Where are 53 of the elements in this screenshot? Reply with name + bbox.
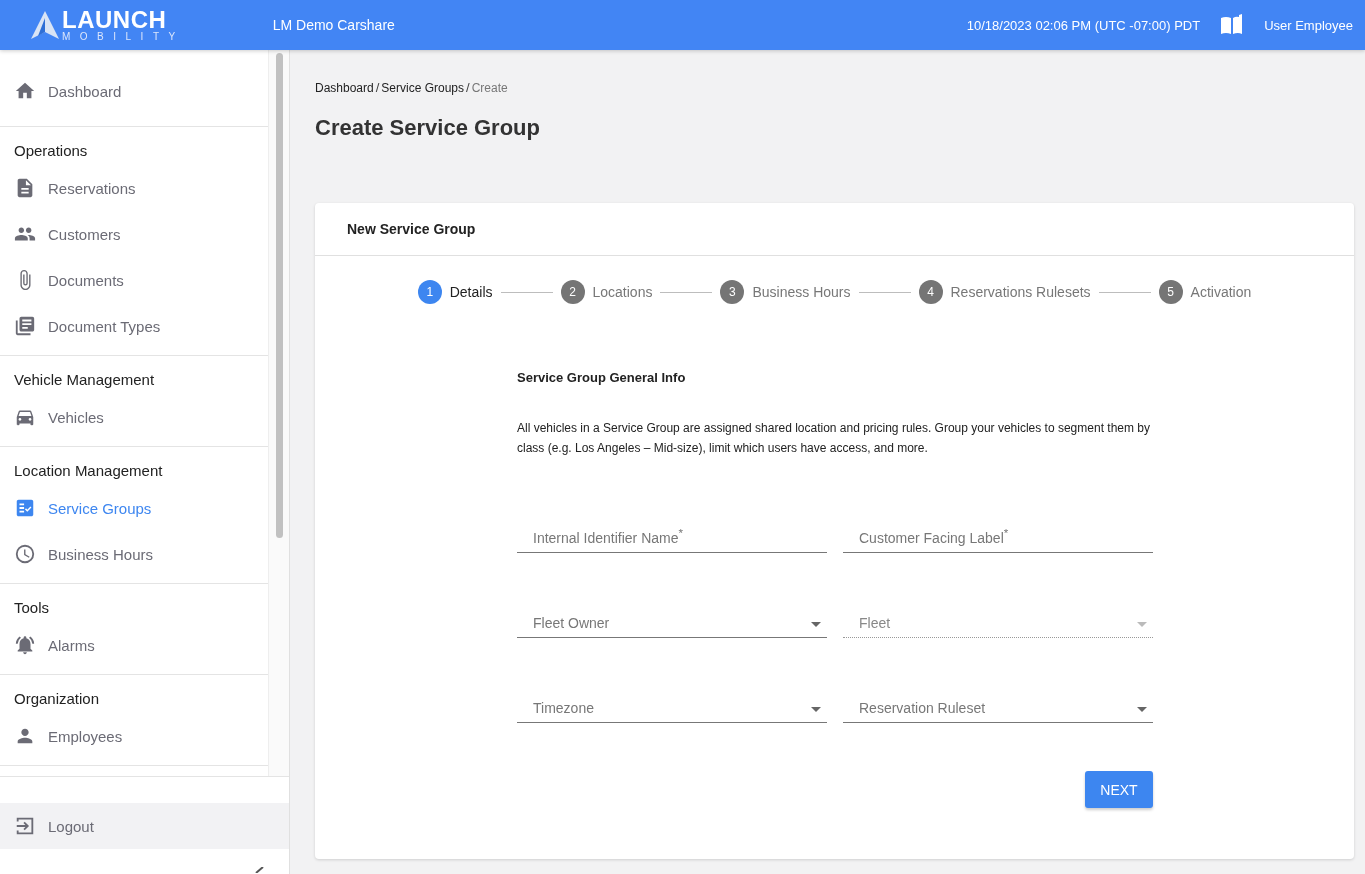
section-heading: Vehicle Management — [13, 370, 156, 390]
stepper-step[interactable]: 5 Activation — [1158, 280, 1252, 304]
sidebar-item[interactable]: Business Hours — [0, 531, 268, 577]
section-heading: Tools — [13, 598, 51, 618]
sidebar-item[interactable]: Customers — [0, 211, 268, 257]
sidebar-item[interactable]: Alarms — [0, 622, 268, 668]
dropdown-field[interactable]: Timezone — [517, 686, 827, 723]
tenant-name: LM Demo Carshare — [272, 17, 395, 33]
section-heading: Location Management — [13, 461, 164, 481]
caret-icon — [811, 707, 821, 712]
stepper-step[interactable]: 1 Details — [417, 280, 493, 304]
section-heading: Operations — [13, 141, 89, 161]
stepper-step[interactable]: 2 Locations — [560, 280, 653, 304]
dropdown-field[interactable]: Fleet Owner — [517, 601, 827, 638]
input-field[interactable]: Customer Facing Label$^{*}$ — [843, 516, 1153, 553]
stacked-documents-icon — [14, 315, 36, 337]
sidebar-item[interactable]: Document Types — [0, 303, 268, 349]
input-field[interactable]: Internal Identifier Name$^{*}$ — [517, 516, 827, 553]
description-text: All vehicles in a Service Group are assigned shared location and pricing rules. Group your vehicles to segment them by class (e.g. Los Angeles – Mid-size), limit which users have access, and more. — [517, 420, 1151, 457]
caret-icon — [1137, 622, 1147, 627]
page-title: Create Service Group — [315, 115, 541, 141]
card-title: New Service Group — [347, 221, 476, 237]
breadcrumb-separator: / — [375, 80, 380, 95]
stepper-step[interactable]: 3 Business Hours — [720, 280, 851, 304]
sidebar-item[interactable]: Employees — [0, 713, 268, 759]
logo-text: LAUNCH — [62, 8, 167, 32]
stepper-step[interactable]: 4 Reservations Rulesets — [918, 280, 1091, 304]
date-time: 10/18/2023 02:06 PM (UTC -07:00) PDT — [966, 17, 1201, 33]
user-name[interactable]: User Employee — [1264, 17, 1353, 33]
next-button[interactable]: NEXT — [1085, 771, 1153, 808]
section-title: Service Group General Info — [517, 370, 687, 385]
sidebar-item[interactable]: Dashboard — [0, 68, 268, 114]
logout-button[interactable]: Logout — [0, 803, 289, 849]
bell-icon — [14, 634, 36, 656]
caret-icon — [1137, 707, 1147, 712]
caret-icon — [811, 622, 821, 627]
sidebar-item[interactable]: Vehicles — [0, 394, 268, 440]
clock-icon — [14, 543, 36, 565]
exit-icon — [14, 815, 36, 837]
sidebar-item[interactable]: Documents — [0, 257, 268, 303]
logo-icon — [30, 10, 60, 40]
sidebar-item[interactable]: Reservations — [0, 165, 268, 211]
dropdown-field[interactable]: Reservation Ruleset — [843, 686, 1153, 723]
checklist-icon — [14, 497, 36, 519]
scrollbar[interactable] — [269, 50, 289, 776]
breadcrumb-separator: / — [466, 80, 470, 95]
breadcrumb-link[interactable]: Service Groups — [381, 81, 465, 95]
book-icon[interactable] — [1220, 14, 1245, 36]
breadcrumb-link[interactable]: Dashboard — [315, 81, 374, 95]
logo-subtext: MOBILITY — [62, 32, 185, 42]
sidebar-item[interactable]: Service Groups — [0, 485, 268, 531]
section-heading: Organization — [13, 689, 101, 709]
breadcrumb-current: Create — [471, 81, 508, 95]
